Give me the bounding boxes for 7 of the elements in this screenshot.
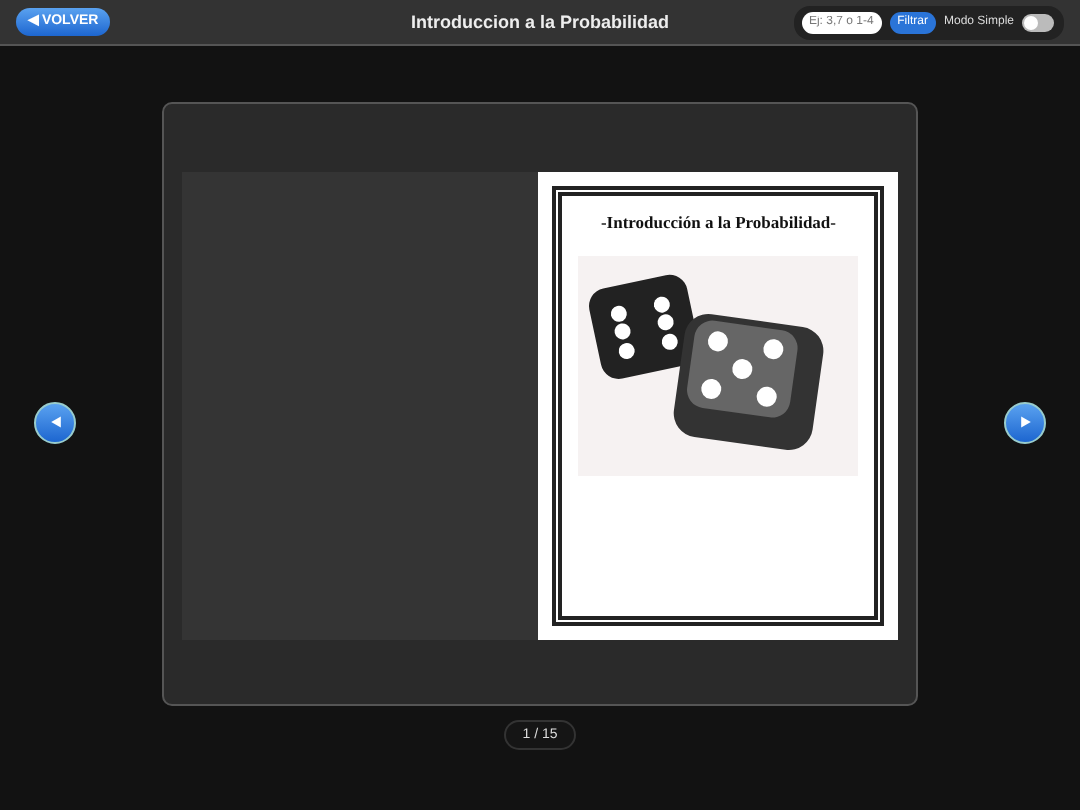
window-title: Introduccion a la Probabilidad [410,12,669,32]
previous-page-button[interactable] [34,401,76,443]
left-arrow-icon [47,414,63,430]
next-page-button[interactable] [1004,401,1046,443]
simple-mode-toggle[interactable] [1022,13,1054,31]
cover-title: -Introducción a la Probabilidad- [600,212,836,232]
right-arrow-icon [1017,414,1033,430]
